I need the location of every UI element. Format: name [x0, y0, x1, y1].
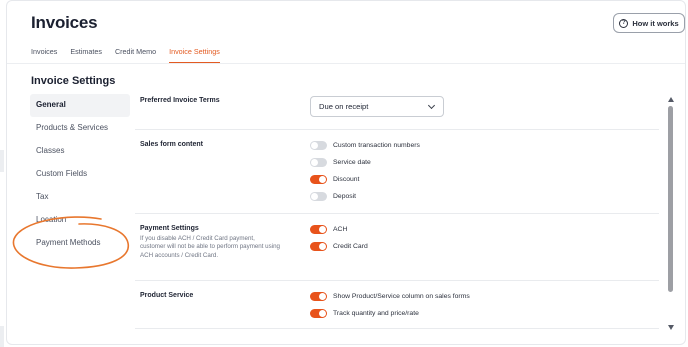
left-edge-marker [0, 326, 4, 347]
row-description: If you disable ACH / Credit Card payment… [140, 235, 280, 259]
select-value: Due on receipt [319, 102, 369, 111]
toggle-label: Track quantity and price/rate [333, 309, 419, 317]
toggle-switch[interactable] [310, 308, 327, 318]
tab-invoice-settings[interactable]: Invoice Settings [169, 45, 220, 63]
invoice-terms-select[interactable]: Due on receipt [310, 96, 444, 117]
tab-estimates[interactable]: Estimates [70, 45, 102, 63]
toggle-switch[interactable] [310, 224, 327, 234]
nav-item-general[interactable]: General [30, 94, 130, 117]
toggle-label: Discount [333, 175, 360, 183]
toggle-deposit[interactable]: Deposit [310, 190, 356, 202]
settings-rows: Preferred Invoice Terms Due on receipt S… [135, 87, 659, 329]
toggle-label: ACH [333, 225, 348, 233]
toggle-credit-card[interactable]: Credit Card [310, 240, 368, 252]
toggle-service-date[interactable]: Service date [310, 156, 371, 168]
toggle-switch[interactable] [310, 140, 327, 150]
settings-row-invoice-terms: Preferred Invoice Terms Due on receipt [135, 87, 659, 130]
row-title: Product Service [140, 292, 194, 299]
toggle-label: Deposit [333, 192, 357, 200]
toggle-switch[interactable] [310, 174, 327, 184]
toggle-discount[interactable]: Discount [310, 173, 359, 185]
page-title: Invoices [31, 13, 98, 32]
tab-bar: Invoices Estimates Credit Memo Invoice S… [31, 45, 220, 63]
toggle-switch[interactable] [310, 291, 327, 301]
toggle-show-product-service-column[interactable]: Show Product/Service column on sales for… [310, 290, 470, 302]
toggle-switch[interactable] [310, 191, 327, 201]
scrollbar-thumb[interactable] [668, 106, 673, 292]
toggle-label: Service date [333, 158, 371, 166]
toggle-custom-transaction-numbers[interactable]: Custom transaction numbers [310, 139, 420, 151]
left-edge-marker [0, 150, 4, 172]
toggle-switch[interactable] [310, 157, 327, 167]
tab-divider [7, 63, 685, 64]
nav-item-tax[interactable]: Tax [30, 186, 130, 209]
how-it-works-label: How it works [632, 18, 679, 28]
app-window: Invoices ? How it works Invoices Estimat… [6, 0, 686, 345]
tab-credit-memo[interactable]: Credit Memo [115, 45, 156, 63]
toggle-label: Credit Card [333, 242, 368, 250]
tab-invoices[interactable]: Invoices [31, 45, 57, 63]
how-it-works-button[interactable]: ? How it works [613, 13, 685, 33]
toggle-track-quantity[interactable]: Track quantity and price/rate [310, 307, 419, 319]
scroll-down-arrow-icon[interactable] [668, 325, 674, 330]
chevron-down-icon [427, 101, 436, 110]
settings-nav: General Products & Services Classes Cust… [30, 94, 130, 255]
row-title: Sales form content [140, 141, 204, 148]
toggle-switch[interactable] [310, 241, 327, 251]
section-title: Invoice Settings [31, 75, 116, 87]
settings-row-payment: Payment Settings If you disable ACH / Cr… [135, 214, 659, 281]
vertical-scrollbar[interactable] [667, 97, 675, 331]
question-circle-icon: ? [619, 18, 629, 28]
row-title: Payment Settings [140, 225, 199, 232]
nav-item-custom-fields[interactable]: Custom Fields [30, 163, 130, 186]
nav-item-location[interactable]: Location [30, 209, 130, 232]
row-title: Preferred Invoice Terms [140, 97, 220, 104]
settings-row-product-service: Product Service Show Product/Service col… [135, 281, 659, 329]
nav-item-classes[interactable]: Classes [30, 140, 130, 163]
nav-item-payment-methods[interactable]: Payment Methods [30, 232, 130, 255]
scroll-up-arrow-icon[interactable] [668, 97, 674, 102]
settings-row-sales-form: Sales form content Custom transaction nu… [135, 130, 659, 214]
toggle-ach[interactable]: ACH [310, 223, 347, 235]
toggle-label: Show Product/Service column on sales for… [333, 292, 470, 300]
toggle-label: Custom transaction numbers [333, 141, 420, 149]
nav-item-products-services[interactable]: Products & Services [30, 117, 130, 140]
